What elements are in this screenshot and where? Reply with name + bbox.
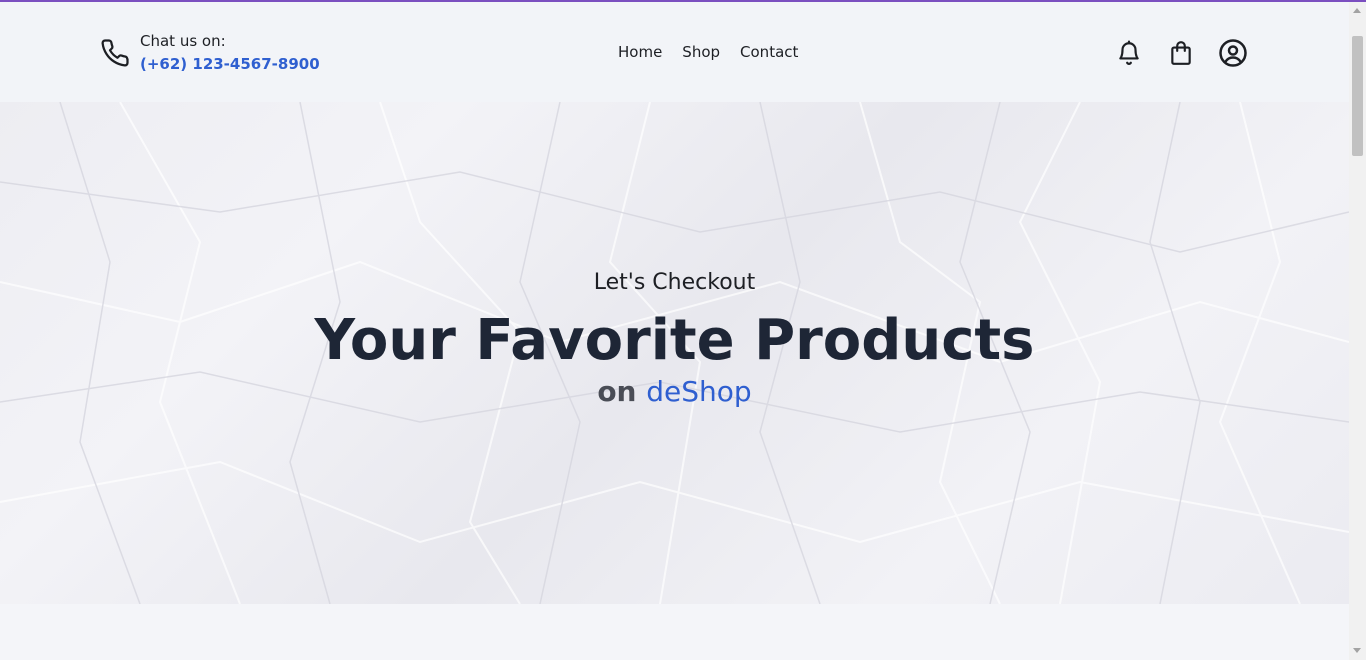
main-nav: Home Shop Contact <box>618 42 798 62</box>
hero-banner: Let's Checkout Your Favorite Products on… <box>0 102 1349 604</box>
notifications-button[interactable] <box>1114 38 1144 68</box>
contact-info: Chat us on: (+62) 123-4567-8900 <box>100 30 320 76</box>
nav-shop[interactable]: Shop <box>682 42 720 62</box>
account-button[interactable] <box>1218 38 1248 68</box>
user-circle-icon <box>1219 39 1247 67</box>
site-header: Chat us on: (+62) 123-4567-8900 Home Sho… <box>0 2 1349 102</box>
hero-tagline: on deShop <box>0 374 1349 410</box>
shopping-bag-icon <box>1171 41 1191 65</box>
scroll-up-arrow[interactable] <box>1353 8 1361 13</box>
hero-content: Let's Checkout Your Favorite Products on… <box>0 266 1349 410</box>
bell-icon <box>1119 40 1139 65</box>
cart-button[interactable] <box>1166 38 1196 68</box>
phone-icon <box>101 39 129 67</box>
contact-text: Chat us on: (+62) 123-4567-8900 <box>140 30 320 76</box>
hero-brand: deShop <box>646 375 752 408</box>
nav-contact[interactable]: Contact <box>740 42 798 62</box>
scroll-down-arrow[interactable] <box>1353 648 1361 653</box>
hero-subtitle: Let's Checkout <box>593 270 756 295</box>
page-below-hero <box>0 604 1349 660</box>
chat-label: Chat us on: <box>140 32 226 50</box>
hero-tag-prefix: on <box>597 375 637 408</box>
header-actions <box>1114 38 1248 68</box>
phone-number-link[interactable]: (+62) 123-4567-8900 <box>140 52 320 76</box>
scroll-thumb[interactable] <box>1352 36 1363 156</box>
hero-title: Your Favorite Products <box>314 308 1035 373</box>
nav-home[interactable]: Home <box>618 42 662 62</box>
page-scrollbar[interactable] <box>1349 2 1366 660</box>
